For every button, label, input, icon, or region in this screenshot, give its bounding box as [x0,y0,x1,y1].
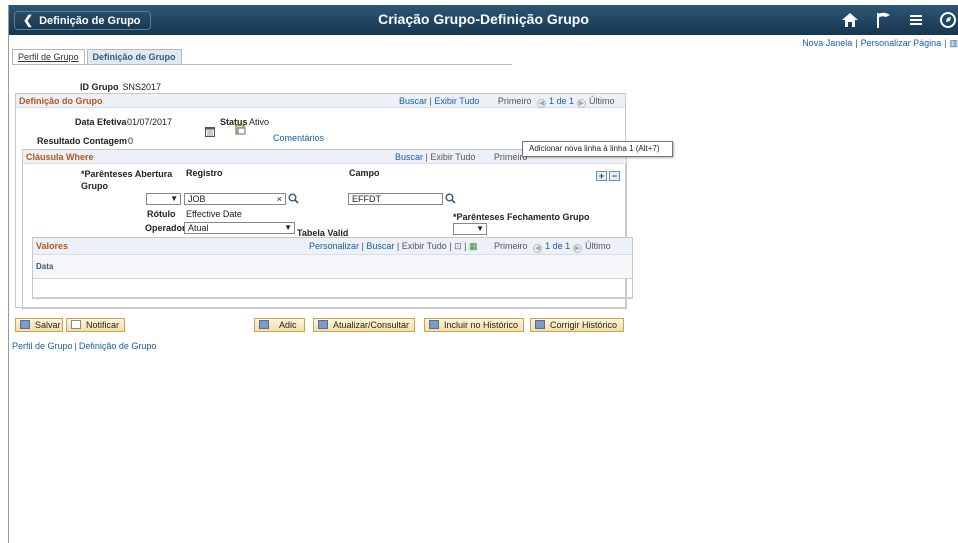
left-border [8,5,9,543]
exibir-tudo-link[interactable]: Exibir Tudo [434,96,479,106]
search-icon[interactable] [445,193,456,204]
parenteses-fechamento-select[interactable]: ▼ [453,223,487,235]
buscar-link[interactable]: Buscar [366,241,394,251]
separator: | [74,341,77,351]
top-links: Nova Janela | Personalizar Página | ▥ [802,38,958,49]
home-icon[interactable] [841,11,859,29]
top-bar: ❮ Definição de Grupo Criação Grupo-Defini… [9,5,958,35]
search-icon[interactable] [288,193,299,204]
valores-header: Valores Personalizar | Buscar | Exibir T… [33,238,632,255]
id-grupo-value: SNS2017 [122,82,162,92]
exibir-tudo-link[interactable]: Exibir Tudo [430,152,475,162]
chevron-down-icon: ▼ [284,223,292,232]
valores-grid: Valores Personalizar | Buscar | Exibir T… [32,237,633,299]
rotulo-value: Effective Date [186,209,242,219]
download-grid-icon[interactable]: ▦ [469,241,478,251]
parenteses-abertura-select[interactable]: ▼ [146,193,181,205]
definicao-nav: Buscar | Exibir Tudo Primeiro ◀ 1 de 1 ▶ Úl… [399,96,615,108]
tab-definicao-de-grupo[interactable]: Definição de Grupo [86,49,182,64]
definicao-title: Definição do Grupo [19,96,103,106]
chevron-down-icon: ▼ [170,194,178,203]
campo-input[interactable]: EFFDT [348,193,443,205]
separator: | [855,38,858,48]
ultimo-label: Último [588,96,615,106]
menu-icon[interactable] [907,11,925,29]
valores-nav: Personalizar | Buscar | Exibir Tudo | ⊡ … [309,241,611,253]
chevron-down-icon: ▼ [476,224,484,233]
registro-label: Registro [186,168,223,178]
add-row-button[interactable]: + [596,171,607,181]
parenteses-abertura-label: *Parênteses Abertura Grupo [81,169,173,191]
buscar-link[interactable]: Buscar [399,96,427,106]
data-column-header[interactable]: Data [36,262,53,271]
primeiro-label: Primeiro [497,96,532,106]
operador-select[interactable]: Atual ▼ [184,222,295,234]
delete-row-button[interactable]: − [609,171,620,181]
definicao-header: Definição do Grupo Buscar | Exibir Tudo … [16,94,625,108]
clear-icon[interactable]: × [277,194,282,204]
ultimo-label: Último [585,241,611,251]
correct-history-button[interactable]: Corrigir Histórico [530,318,624,332]
tab-divider [12,64,512,65]
clausula-nav: Buscar | Exibir Tudo Primeiro [395,152,528,162]
zoom-grid-icon[interactable]: ⊡ [454,241,462,251]
compass-icon[interactable] [939,11,957,29]
personalize-page-link[interactable]: Personalizar Página [861,38,942,48]
notify-button[interactable]: Notificar [66,318,125,332]
next-arrow-icon[interactable]: ▶ [576,99,586,108]
separator: | [944,38,947,48]
id-grupo-row: ID Grupo SNS2017 [80,82,161,92]
calendar-icon[interactable] [204,126,215,137]
resultado-contagem-label: Resultado Contagem [37,136,128,146]
buscar-link[interactable]: Buscar [395,152,423,162]
valores-column-header: Data [33,255,632,279]
operador-label: Operador [145,223,186,233]
page-tabs: Perfil de Grupo Definição de Grupo [12,49,184,64]
primeiro-label: Primeiro [494,241,528,251]
resultado-contagem-value: 0 [128,136,134,146]
add-icon [259,320,269,329]
tab-perfil-de-grupo[interactable]: Perfil de Grupo [12,49,85,64]
data-efetiva-value: 01/07/2017 [127,117,173,127]
prev-arrow-icon[interactable]: ◀ [533,244,543,253]
save-icon [20,320,30,329]
add-button[interactable]: Adic [254,318,305,332]
add-row-tooltip: Adicionar nova linha à linha 1 (Alt+7) [522,141,673,157]
campo-label: Campo [349,168,380,178]
new-window-link[interactable]: Nova Janela [802,38,852,48]
rotulo-label: Rótulo [147,209,176,219]
table-row [33,280,632,298]
flag-icon[interactable] [875,11,893,29]
footer-links: Perfil de Grupo | Definição de Grupo [12,341,156,351]
footer-link-definicao-de-grupo[interactable]: Definição de Grupo [79,341,157,351]
footer-link-perfil-de-grupo[interactable]: Perfil de Grupo [12,341,73,351]
clausula-title: Cláusula Where [26,152,94,162]
notify-icon [71,320,81,329]
status-value: Ativo [249,117,270,127]
include-history-button[interactable]: Incluir no Histórico [424,318,524,332]
clipboard-icon[interactable] [235,124,246,135]
next-arrow-icon[interactable]: ▶ [573,244,583,253]
valores-title: Valores [36,241,69,251]
prev-arrow-icon[interactable]: ◀ [536,99,546,108]
history-icon [429,320,439,329]
id-grupo-label: ID Grupo [80,82,119,92]
update-display-button[interactable]: Atualizar/Consultar [313,318,415,332]
parenteses-fechamento-label: *Parênteses Fechamento Grupo [453,212,590,222]
save-button[interactable]: Salvar [15,318,63,332]
update-icon [318,320,328,329]
correct-history-icon [535,320,545,329]
help-icon[interactable]: ▥ [949,38,958,48]
data-efetiva-label: Data Efetiva [75,117,127,127]
personalizar-link[interactable]: Personalizar [309,241,359,251]
range-text: 1 de 1 [545,241,571,251]
page-title: Criação Grupo-Definição Grupo [378,11,589,27]
exibir-tudo-link[interactable]: Exibir Tudo [402,241,447,251]
range-text: 1 de 1 [548,96,574,106]
comentarios-link[interactable]: Comentários [273,133,324,143]
registro-input[interactable]: JOB × [184,193,286,205]
